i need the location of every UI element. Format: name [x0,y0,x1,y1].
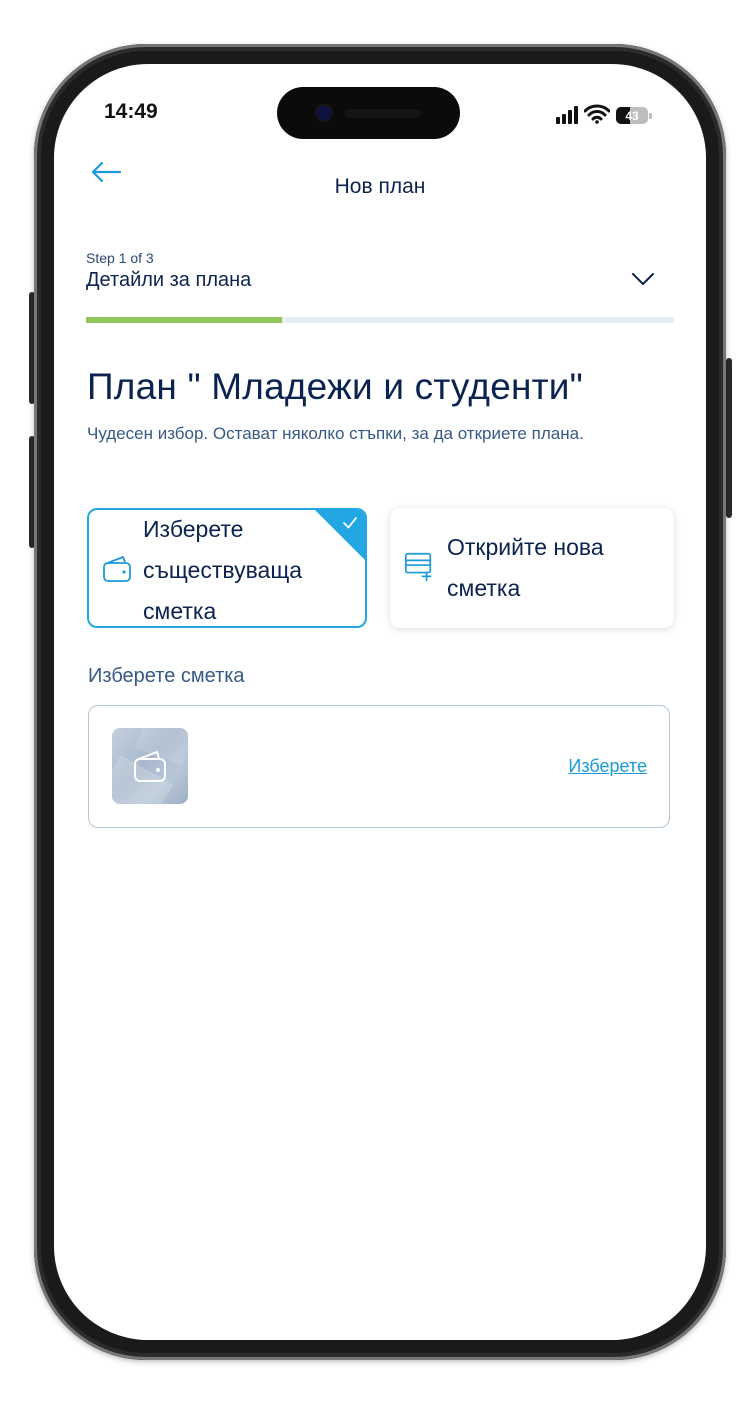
checkmark-icon [343,517,357,529]
option-new-account-label: Открийте нова сметка [447,534,604,601]
status-time: 14:49 [104,100,158,123]
front-camera [317,106,331,120]
power-button [726,358,732,518]
status-icons: 43 [556,102,652,124]
option-new-account[interactable]: Открийте нова сметка [390,508,674,628]
step-title: Детайли за плана [86,269,252,291]
wallet-icon [103,556,131,582]
battery-nub [649,113,652,119]
account-selector[interactable]: Изберете [88,705,670,828]
select-account-link[interactable]: Изберете [568,756,647,777]
wifi-icon [584,104,610,124]
option-existing-account[interactable]: Изберете съществуваща сметка [87,508,367,628]
option-existing-account-label: Изберете съществуваща сметка [143,516,303,624]
battery-icon: 43 [616,107,652,124]
face-id-sensor [345,109,421,118]
signal-icon [556,106,578,124]
card-add-icon [404,552,432,582]
phone-frame: 14:49 43 Нов план Step 1 of 3 Детайли за… [34,44,726,1360]
battery-percent: 43 [625,108,639,123]
wallet-icon [134,751,166,782]
select-account-label: Изберете сметка [88,665,245,687]
plan-subtitle: Чудесен избор. Остават няколко стъпки, з… [87,424,584,443]
app-screen: 14:49 43 Нов план Step 1 of 3 Детайли за… [54,64,706,1340]
dynamic-island [277,87,460,139]
step-progress-fill [86,317,282,323]
step-progress-bar [86,317,674,323]
chevron-down-icon [632,273,654,285]
step-counter: Step 1 of 3 [86,250,154,266]
step-expand-button[interactable] [630,266,656,292]
page-title: Нов план [334,175,426,198]
account-avatar [112,728,188,804]
plan-title: План " Младежи и студенти" [87,366,583,407]
